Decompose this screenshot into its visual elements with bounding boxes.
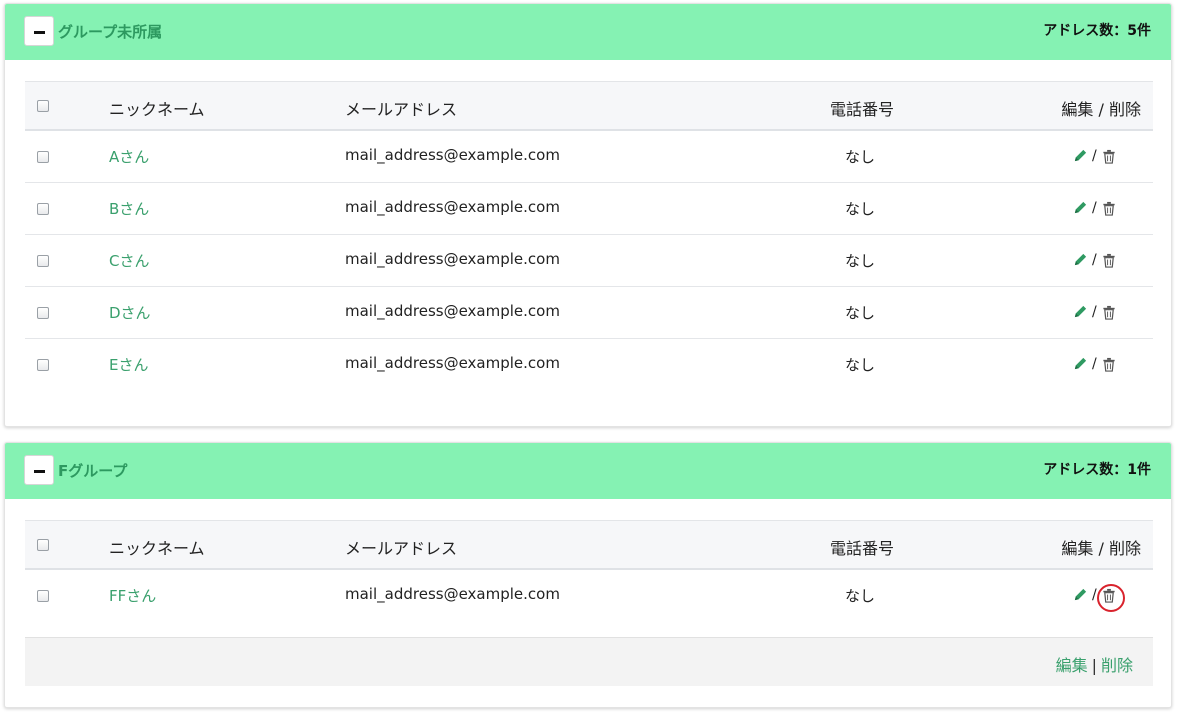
trash-icon[interactable] — [1102, 305, 1116, 320]
row-checkbox[interactable] — [37, 255, 49, 267]
row-checkbox[interactable] — [37, 359, 49, 371]
row-checkbox[interactable] — [37, 590, 49, 602]
pencil-icon[interactable] — [1073, 356, 1088, 371]
table-header: ニックネーム メールアドレス 電話番号 編集 / 削除 — [25, 81, 1153, 131]
bulk-delete-link[interactable]: 削除 — [1101, 656, 1133, 675]
address-table: ニックネーム メールアドレス 電話番号 編集 / 削除 FFさん mail_ad… — [25, 520, 1153, 636]
pencil-icon[interactable] — [1073, 252, 1088, 267]
email-cell: mail_address@example.com — [345, 250, 560, 268]
table-row: FFさん mail_address@example.com なし / — [25, 570, 1153, 636]
email-cell: mail_address@example.com — [345, 146, 560, 164]
collapse-toggle-button[interactable] — [24, 455, 54, 485]
select-all-checkbox[interactable] — [37, 539, 49, 551]
nickname-link[interactable]: Eさん — [109, 354, 148, 375]
footer-actions: 編集 | 削除 — [1056, 652, 1133, 676]
collapse-toggle-button[interactable] — [24, 16, 54, 46]
phone-cell: なし — [845, 200, 876, 218]
phone-cell: なし — [845, 587, 876, 605]
row-actions: / — [1073, 252, 1133, 270]
footer-separator: | — [1091, 656, 1097, 675]
nickname-link[interactable]: Bさん — [109, 198, 149, 219]
table-footer: 編集 | 削除 — [25, 637, 1153, 686]
column-nickname: ニックネーム — [109, 539, 205, 558]
pencil-icon[interactable] — [1073, 148, 1088, 163]
group-header: グループ未所属 アドレス数：5件 — [5, 4, 1171, 60]
phone-cell: なし — [845, 304, 876, 322]
nickname-link[interactable]: Dさん — [109, 302, 151, 323]
column-edit-delete: 編集 / 削除 — [1061, 100, 1141, 119]
row-checkbox[interactable] — [37, 151, 49, 163]
address-count: アドレス数：5件 — [1043, 23, 1151, 39]
column-phone: 電話番号 — [830, 100, 895, 119]
nickname-link[interactable]: FFさん — [109, 585, 156, 606]
row-checkbox[interactable] — [37, 307, 49, 319]
column-email: メールアドレス — [345, 100, 458, 119]
table-row: Eさん mail_address@example.com なし / — [25, 339, 1153, 391]
row-checkbox[interactable] — [37, 203, 49, 215]
ops-separator: / — [1092, 148, 1097, 164]
address-count: アドレス数：1件 — [1043, 462, 1151, 478]
group-panel-f: Fグループ アドレス数：1件 ニックネーム メールアドレス 電話番号 編集 / … — [4, 442, 1172, 708]
minus-icon — [34, 470, 45, 473]
nickname-link[interactable]: Aさん — [109, 146, 149, 167]
ops-separator: / — [1092, 252, 1097, 268]
ops-separator: / — [1092, 200, 1097, 216]
email-cell: mail_address@example.com — [345, 198, 560, 216]
phone-cell: なし — [845, 356, 876, 374]
pencil-icon[interactable] — [1073, 304, 1088, 319]
column-email: メールアドレス — [345, 539, 458, 558]
email-cell: mail_address@example.com — [345, 354, 560, 372]
table-row: Dさん mail_address@example.com なし / — [25, 287, 1153, 339]
table-row: Cさん mail_address@example.com なし / — [25, 235, 1153, 287]
row-actions: / — [1073, 356, 1133, 374]
bulk-edit-link[interactable]: 編集 — [1056, 656, 1088, 675]
trash-icon[interactable] — [1102, 357, 1116, 372]
group-header: Fグループ アドレス数：1件 — [5, 443, 1171, 499]
phone-cell: なし — [845, 148, 876, 166]
minus-icon — [34, 31, 45, 34]
phone-cell: なし — [845, 252, 876, 270]
highlight-ring — [1097, 584, 1125, 612]
trash-icon[interactable] — [1102, 201, 1116, 216]
email-cell: mail_address@example.com — [345, 302, 560, 320]
trash-icon[interactable] — [1102, 149, 1116, 164]
column-edit-delete: 編集 / 削除 — [1061, 539, 1141, 558]
row-actions: / — [1073, 200, 1133, 218]
group-title[interactable]: グループ未所属 — [58, 21, 162, 42]
row-actions: / — [1073, 148, 1133, 166]
address-table: ニックネーム メールアドレス 電話番号 編集 / 削除 Aさん mail_add… — [25, 81, 1153, 391]
column-phone: 電話番号 — [830, 539, 895, 558]
column-nickname: ニックネーム — [109, 100, 205, 119]
row-actions: / — [1073, 304, 1133, 322]
group-panel-unassigned: グループ未所属 アドレス数：5件 ニックネーム メールアドレス 電話番号 編集 … — [4, 3, 1172, 427]
pencil-icon[interactable] — [1073, 200, 1088, 215]
table-header: ニックネーム メールアドレス 電話番号 編集 / 削除 — [25, 520, 1153, 570]
group-title[interactable]: Fグループ — [58, 460, 127, 481]
table-row: Aさん mail_address@example.com なし / — [25, 131, 1153, 183]
table-row: Bさん mail_address@example.com なし / — [25, 183, 1153, 235]
trash-icon[interactable] — [1102, 253, 1116, 268]
ops-separator: / — [1092, 304, 1097, 320]
select-all-checkbox[interactable] — [37, 100, 49, 112]
nickname-link[interactable]: Cさん — [109, 250, 149, 271]
email-cell: mail_address@example.com — [345, 585, 560, 603]
ops-separator: / — [1092, 587, 1097, 603]
pencil-icon[interactable] — [1073, 587, 1088, 602]
ops-separator: / — [1092, 356, 1097, 372]
